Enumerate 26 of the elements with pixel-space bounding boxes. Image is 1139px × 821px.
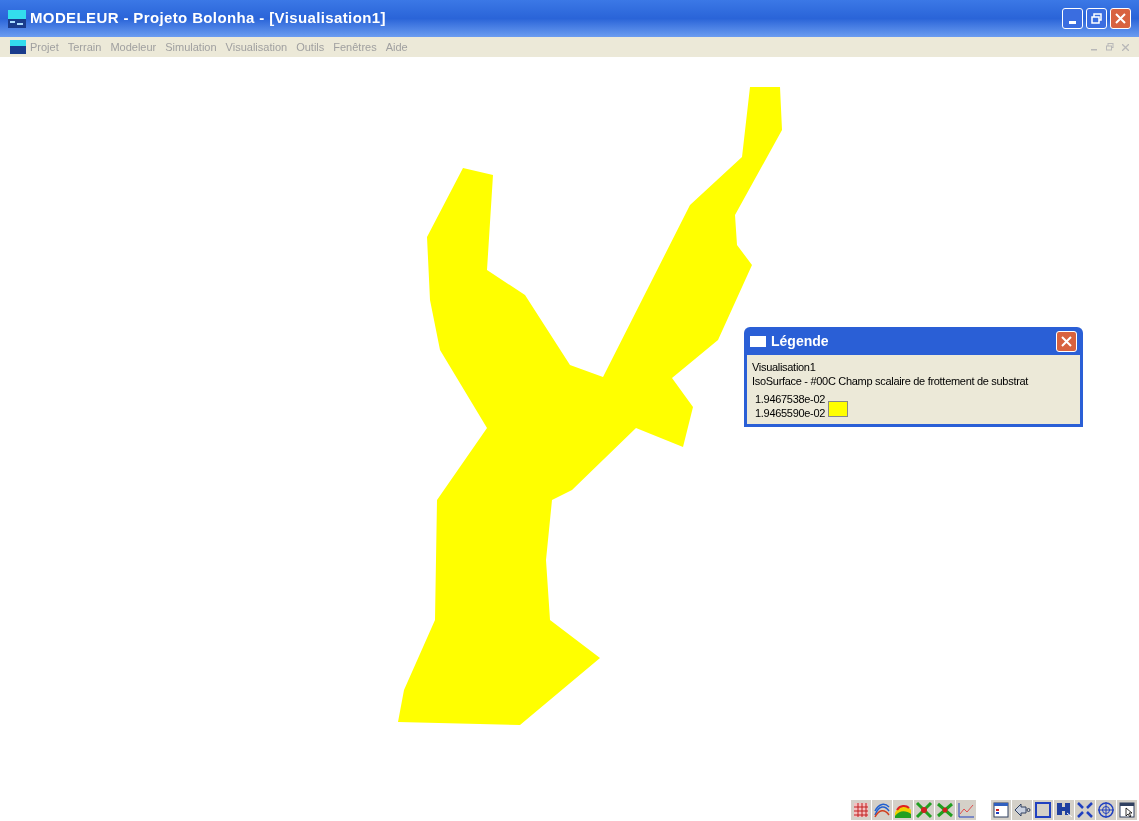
target-icon[interactable] (1096, 800, 1116, 820)
restore-button[interactable] (1086, 8, 1107, 29)
app-icon (8, 9, 26, 28)
minimize-button[interactable] (1062, 8, 1083, 29)
restore-icon (1091, 13, 1102, 24)
close-button[interactable] (1056, 330, 1077, 352)
grid-icon[interactable] (851, 800, 871, 820)
zoom-out-icon[interactable] (1075, 800, 1095, 820)
binoculars-icon[interactable] (1054, 800, 1074, 820)
color-fill-icon[interactable] (893, 800, 913, 820)
legend-title: Légende (771, 331, 829, 351)
window-icon (750, 335, 766, 347)
close-button[interactable] (1110, 8, 1131, 29)
close-icon (1061, 335, 1072, 347)
close-icon (1115, 13, 1126, 24)
legend-value: 1.9467538e-02 (755, 392, 826, 406)
legend-text: IsoSurface - #00C Champ scalaire de frottement de substrat (752, 374, 1030, 388)
window-icon[interactable] (991, 800, 1011, 820)
window-title: MODELEUR - Projeto Bolonha - [Visualisation1] (30, 8, 386, 29)
cursor-window-icon[interactable] (1117, 800, 1137, 820)
legend-text: Visualisation1 (752, 360, 817, 374)
frame-icon[interactable] (1033, 800, 1053, 820)
cross-icon[interactable] (935, 800, 955, 820)
legend-value: 1.9465590e-02 (755, 406, 826, 420)
contour-lines-icon[interactable] (872, 800, 892, 820)
app-icon (10, 40, 26, 54)
